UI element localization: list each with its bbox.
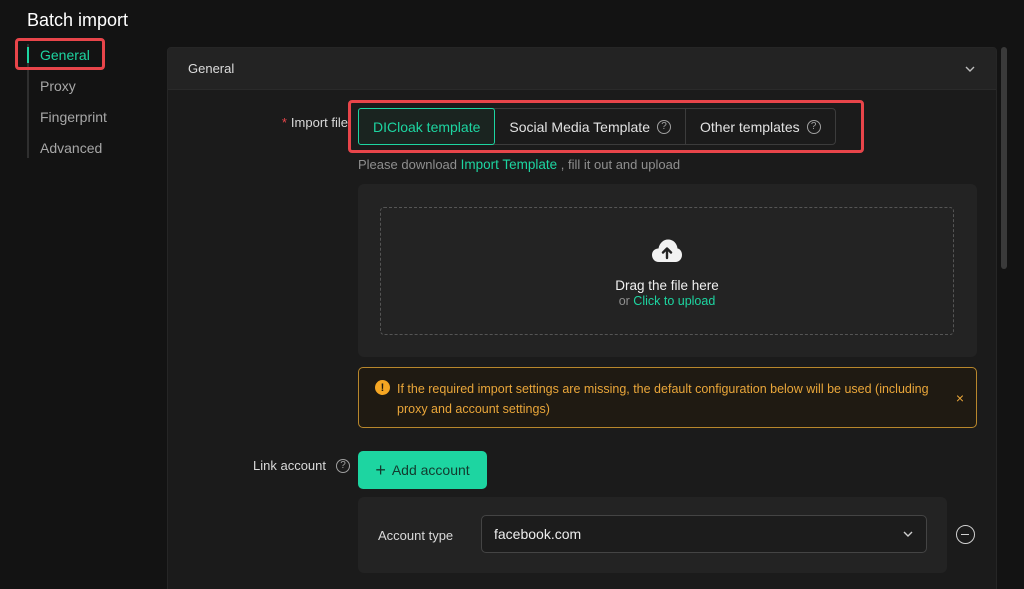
page-title: Batch import [27, 10, 129, 30]
import-template-link[interactable]: Import Template [461, 157, 558, 172]
upload-hint: or Click to upload [381, 294, 953, 308]
scrollbar[interactable] [1001, 47, 1007, 269]
remove-account-icon[interactable] [956, 525, 975, 544]
account-row: Account type facebook.com [358, 497, 947, 573]
highlight-box-nav [15, 38, 105, 70]
question-icon[interactable]: ? [336, 458, 350, 473]
chevron-down-icon[interactable] [964, 63, 976, 75]
sidebar-item-proxy[interactable]: Proxy [27, 71, 147, 102]
upload-area: Drag the file here or Click to upload [358, 184, 977, 357]
import-file-label-text: Import file [290, 115, 348, 130]
link-account-label-text: Link account [253, 458, 326, 473]
account-type-value: facebook.com [494, 526, 582, 542]
drag-text: Drag the file here [615, 278, 719, 293]
close-icon[interactable]: × [956, 390, 964, 406]
chevron-down-icon [903, 531, 913, 537]
click-to-upload-link[interactable]: Click to upload [633, 294, 715, 308]
required-mark: * [281, 115, 287, 130]
hint-text: Please download [358, 157, 461, 172]
add-account-button[interactable]: + Add account [358, 451, 487, 489]
import-hint: Please download Import Template , fill i… [358, 157, 680, 172]
plus-icon: + [375, 460, 386, 480]
sidebar-item-fingerprint[interactable]: Fingerprint [27, 102, 147, 133]
account-type-select[interactable]: facebook.com [481, 515, 927, 553]
panel-title: General [188, 61, 235, 76]
file-dropzone[interactable]: Drag the file here or Click to upload [380, 207, 954, 335]
or-text: or [618, 294, 634, 308]
account-type-label: Account type [378, 528, 454, 543]
add-account-label: Add account [391, 462, 470, 478]
import-file-label: * Import file [270, 115, 348, 130]
warning-alert: ! If the required import settings are mi… [358, 367, 977, 428]
highlight-box-tabs [348, 100, 864, 153]
exclamation-icon: ! [375, 380, 390, 395]
hint-text-after: , fill it out and upload [557, 157, 681, 172]
sidebar-item-advanced[interactable]: Advanced [27, 133, 147, 164]
panel-header[interactable]: General [168, 48, 996, 90]
link-account-label: Link account ? [240, 458, 350, 473]
warning-text: If the required import settings are miss… [397, 382, 929, 416]
cloud-upload-icon [652, 239, 682, 262]
